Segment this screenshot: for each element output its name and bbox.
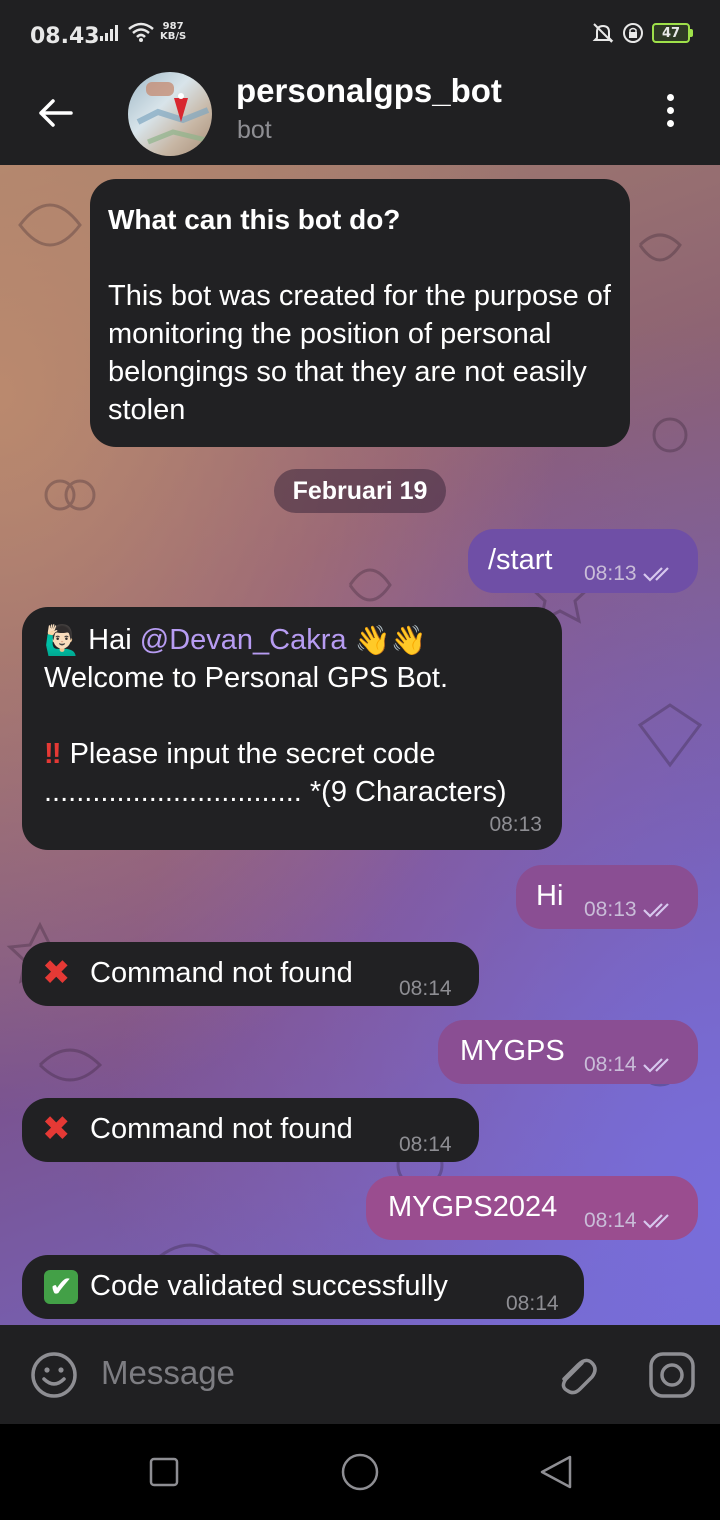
status-left-icons: 987 KB/S	[100, 22, 186, 42]
bell-off-icon	[592, 23, 614, 43]
user-mention[interactable]: @Devan_Cakra	[140, 624, 347, 656]
message-text: /start	[488, 544, 553, 576]
message-text: MYGPS2024	[388, 1191, 558, 1223]
bot-info-card: What can this bot do? This bot was creat…	[90, 179, 630, 447]
speed-unit: KB/S	[160, 31, 187, 42]
chat-title: personalgps_bot	[236, 72, 502, 109]
message-incoming[interactable]: 🙋🏻‍♂️ Hai @Devan_Cakra 👋👋 Welcome to Per…	[22, 607, 562, 850]
message-text: Command not found	[90, 1113, 353, 1145]
welcome-line-4: ................................ *(9 Cha…	[44, 776, 507, 808]
message-outgoing[interactable]: MYGPS 08:14	[438, 1020, 698, 1084]
date-separator: Februari 19	[274, 469, 446, 513]
cross-mark-icon: ✖	[42, 954, 71, 992]
chat-subtitle: bot	[237, 116, 272, 144]
lock-rotation-icon	[623, 23, 643, 43]
status-right-icons: 47	[592, 22, 693, 44]
message-outgoing[interactable]: Hi 08:13	[516, 865, 698, 929]
double-check-icon	[642, 903, 669, 918]
status-bar: 08.43 987 KB/S 47	[0, 0, 720, 72]
wifi-icon	[128, 22, 154, 42]
message-meta: 08:14	[584, 1202, 677, 1240]
recents-button[interactable]	[148, 1456, 180, 1488]
raised-hand-icon: 🙋🏻‍♂️	[44, 625, 81, 658]
back-nav-button[interactable]	[538, 1454, 574, 1490]
message-meta: 08:13	[584, 891, 677, 929]
system-nav-bar	[0, 1424, 720, 1520]
status-time: 08.43	[30, 24, 100, 49]
message-time: 08:14	[584, 1053, 637, 1076]
message-incoming[interactable]: ✖ Command not found 08:14	[22, 1098, 479, 1162]
message-input[interactable]: Message	[101, 1354, 235, 1392]
welcome-line-3: ‼ Please input the secret code	[44, 735, 436, 773]
message-input-bar: Message	[0, 1325, 720, 1424]
double-exclamation-icon: ‼	[44, 738, 62, 770]
map-pin-icon	[136, 82, 210, 145]
message-meta: 08:13	[584, 555, 677, 593]
message-outgoing[interactable]: /start 08:13	[468, 529, 698, 593]
info-card-text: This bot was created for the purpose of …	[108, 280, 611, 426]
check-mark-icon: ✔	[44, 1270, 78, 1304]
network-speed: 987 KB/S	[160, 22, 186, 42]
emoji-icon[interactable]	[30, 1351, 78, 1399]
double-check-icon	[642, 1058, 669, 1073]
info-card-title: What can this bot do?	[108, 204, 401, 235]
battery-indicator: 47	[652, 23, 693, 43]
message-time: 08:13	[584, 562, 637, 585]
message-text: Code validated successfully	[90, 1270, 448, 1302]
chat-area[interactable]: What can this bot do? This bot was creat…	[0, 165, 720, 1325]
message-incoming[interactable]: ✔ Code validated successfully 08:14	[22, 1255, 584, 1319]
welcome-line-1: 🙋🏻‍♂️ Hai @Devan_Cakra 👋👋	[44, 621, 427, 660]
cross-mark-icon: ✖	[42, 1110, 71, 1148]
message-text: Command not found	[90, 957, 353, 989]
message-time: 08:13	[584, 898, 637, 921]
wave-icon: 👋👋	[354, 625, 427, 658]
more-vert-dot	[666, 106, 674, 114]
camera-icon[interactable]	[648, 1351, 696, 1399]
signal-icon	[100, 25, 118, 41]
message-time: 08:14	[506, 1292, 559, 1315]
back-arrow-icon	[39, 99, 73, 127]
message-meta: 08:14	[584, 1046, 677, 1084]
message-time: 08:13	[489, 813, 542, 836]
bot-avatar[interactable]	[128, 72, 212, 156]
more-vert-icon	[666, 93, 674, 101]
message-outgoing[interactable]: MYGPS2024 08:14	[366, 1176, 698, 1240]
message-incoming[interactable]: ✖ Command not found 08:14	[22, 942, 479, 1006]
greeting-text: Hai	[88, 624, 140, 656]
prompt-text: Please input the secret code	[69, 738, 436, 770]
message-text: Hi	[536, 880, 564, 912]
attach-icon[interactable]	[552, 1351, 600, 1399]
message-text: MYGPS	[460, 1035, 565, 1067]
home-button[interactable]	[340, 1452, 380, 1492]
chat-header: personalgps_bot bot	[0, 72, 720, 165]
more-vert-dot	[666, 119, 674, 127]
message-time: 08:14	[399, 1133, 452, 1156]
more-options-button[interactable]	[650, 90, 690, 130]
welcome-line-2: Welcome to Personal GPS Bot.	[44, 662, 449, 694]
double-check-icon	[642, 567, 669, 582]
back-button[interactable]	[32, 90, 78, 136]
message-time: 08:14	[399, 977, 452, 1000]
message-time: 08:14	[584, 1209, 637, 1232]
double-check-icon	[642, 1214, 669, 1229]
